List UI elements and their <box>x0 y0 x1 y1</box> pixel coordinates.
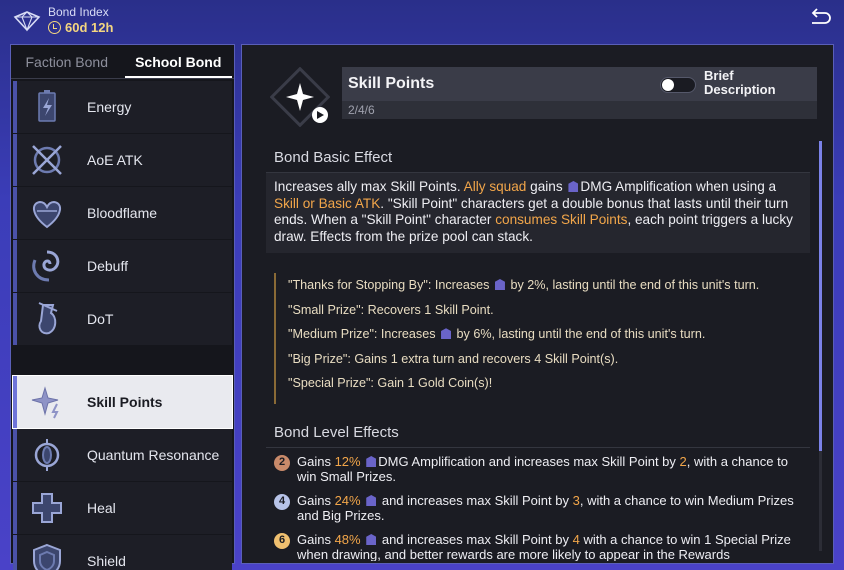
heart-flame-icon <box>33 200 61 229</box>
bond-item-label: Bloodflame <box>87 205 158 221</box>
level-badge: 4 <box>274 493 290 510</box>
highlight-ally-squad: Ally squad <box>463 179 527 194</box>
level-text: Gains 12% DMG Amplification and increase… <box>297 453 788 484</box>
bond-header-bar: Skill Points Brief Description 2/4/6 <box>342 67 817 119</box>
bond-list-panel: Faction Bond School Bond Energy AoE ATK … <box>10 44 235 570</box>
bond-tabs: Faction Bond School Bond <box>11 45 234 79</box>
basic-effect-text: Increases ally max Skill Points. Ally sq… <box>266 173 810 253</box>
level-effects-title: Bond Level Effects <box>266 416 810 448</box>
battery-icon <box>38 90 56 122</box>
brief-description-label: Brief Description <box>704 69 776 97</box>
level-row: 2 Gains 12% DMG Amplification and increa… <box>266 448 810 487</box>
bond-item-label: Heal <box>87 500 116 516</box>
bond-item-bloodflame[interactable]: Bloodflame <box>13 187 232 239</box>
brief-description-toggle[interactable] <box>660 77 696 93</box>
bond-item-aoe-atk[interactable]: AoE ATK <box>13 134 232 186</box>
bond-item-label: Skill Points <box>87 394 163 410</box>
bond-item-label: Shield <box>87 553 126 569</box>
dmg-amp-icon <box>366 455 377 467</box>
level-row: 4 Gains 24% and increases max Skill Poin… <box>266 487 810 526</box>
bond-item-debuff[interactable]: Debuff <box>13 240 232 292</box>
bond-item-skill-points[interactable]: Skill Points <box>13 376 232 428</box>
dmg-amp-icon <box>366 533 377 545</box>
highlight-skill-basic-atk: Skill or Basic ATK <box>274 195 381 211</box>
toggle-label-line-2: Description <box>704 82 776 97</box>
debuff-swirl-icon <box>32 250 60 282</box>
prize-line: "Big Prize": Gains 1 extra turn and reco… <box>288 351 619 366</box>
top-bar: Bond Index 60d 12h <box>0 0 844 42</box>
bond-item-label: Energy <box>87 99 132 115</box>
highlight-consumes-skill-points: consumes Skill Points <box>495 212 628 227</box>
skill-points-emblem-icon <box>270 67 330 127</box>
bond-item-quantum-resonance[interactable]: Quantum Resonance <box>13 429 232 481</box>
bond-tiers: 2/4/6 <box>342 101 817 119</box>
timer-text: 60d 12h <box>65 20 114 35</box>
bond-title: Skill Points <box>348 75 435 92</box>
level-row: 6 Gains 48% and increases max Skill Poin… <box>266 526 810 561</box>
dmg-amp-icon <box>568 181 579 192</box>
detail-scrollbar[interactable] <box>819 141 822 551</box>
bond-item-shield[interactable]: Shield <box>13 535 232 570</box>
bond-item-label: Quantum Resonance <box>87 447 220 463</box>
basic-effect-title: Bond Basic Effect <box>266 141 810 173</box>
bond-item-label: AoE ATK <box>87 152 143 168</box>
level-text: Gains 24% and increases max Skill Point … <box>297 492 794 523</box>
toggle-knob <box>662 79 674 91</box>
dot-flask-icon <box>38 302 58 335</box>
dmg-amp-icon <box>494 279 505 290</box>
prize-line: "Small Prize": Recovers 1 Skill Point. <box>288 302 494 317</box>
dmg-amp-icon <box>366 494 377 506</box>
level-badge: 6 <box>274 532 290 549</box>
skill-points-icon <box>31 386 59 419</box>
prize-line: "Thanks for Stopping By": Increases by 2… <box>288 278 760 292</box>
quantum-icon <box>34 439 60 471</box>
dmg-amp-icon <box>441 328 452 340</box>
prize-pool-list: "Thanks for Stopping By": Increases by 2… <box>274 273 810 404</box>
heal-cross-icon <box>32 493 62 523</box>
bond-item-label: DoT <box>87 311 114 327</box>
bond-index-logo-icon <box>13 11 41 32</box>
level-badge: 2 <box>274 454 290 471</box>
prize-line: "Medium Prize": Increases by 6%, lasting… <box>288 327 706 342</box>
tab-school-bond[interactable]: School Bond <box>123 45 235 78</box>
toggle-label-line-1: Brief <box>704 68 734 83</box>
page-title: Bond Index <box>48 5 109 19</box>
event-timer: 60d 12h <box>48 20 113 35</box>
shield-icon <box>33 543 61 570</box>
prize-line: "Special Prize": Gain 1 Gold Coin(s)! <box>288 376 493 391</box>
scrollbar-thumb[interactable] <box>819 141 822 451</box>
tab-faction-bond[interactable]: Faction Bond <box>11 45 123 78</box>
bond-item-label: Debuff <box>87 258 128 274</box>
bond-item-dot[interactable]: DoT <box>13 293 232 345</box>
back-arrow-icon[interactable] <box>808 8 832 30</box>
bond-item-energy[interactable]: Energy <box>13 81 232 133</box>
bond-detail-panel: Skill Points Brief Description 2/4/6 Bon… <box>241 44 834 564</box>
bond-item-heal[interactable]: Heal <box>13 482 232 534</box>
level-text: Gains 48% and increases max Skill Point … <box>297 531 791 561</box>
bond-detail-scroll[interactable]: Bond Basic Effect Increases ally max Ski… <box>266 141 810 561</box>
aoe-atk-icon <box>32 145 62 175</box>
clock-icon <box>48 21 61 34</box>
